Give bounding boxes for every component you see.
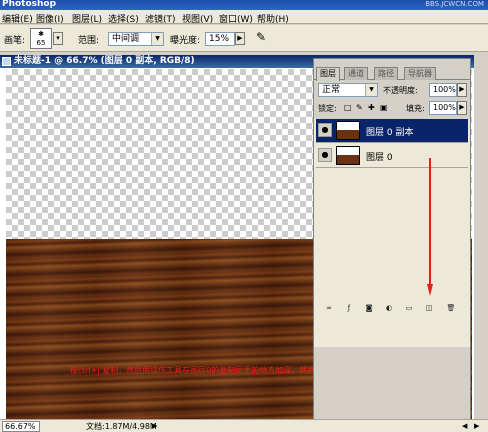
scroll-right-arrow[interactable]: ▶ [474, 422, 479, 430]
opacity-input[interactable]: 100% [429, 83, 457, 97]
menu-window[interactable]: 窗口(W) [219, 12, 253, 25]
fill-input[interactable]: 100% [429, 101, 457, 115]
fill-value: 100% [433, 103, 456, 112]
layer-name: 图层 0 副本 [366, 128, 414, 138]
tab-layers[interactable]: 图层 [316, 67, 340, 81]
panel-tabs: 图层 通道 路径 导航器 [314, 67, 470, 81]
zoom-field[interactable]: 66.67% [2, 421, 40, 432]
document-icon [2, 57, 11, 66]
lock-all-icon[interactable]: ▣ [380, 103, 388, 112]
range-value: 中间调 [112, 34, 140, 44]
lock-transparency-icon[interactable]: □ [344, 103, 352, 112]
layer-name: 图层 0 [366, 153, 393, 163]
layer-mask-icon[interactable]: ◙ [364, 303, 374, 313]
status-bar: 66.67% 文档:1.87M/4.98M ▶ ◀ ▶ [0, 419, 488, 432]
link-layers-icon[interactable]: ∞ [324, 303, 334, 313]
new-layer-icon[interactable]: ◫ [424, 303, 434, 313]
fill-slider-button[interactable]: ▶ [457, 101, 467, 115]
adjustment-layer-icon[interactable]: ◐ [384, 303, 394, 313]
scroll-left-arrow[interactable]: ◀ [462, 422, 467, 430]
document-title: 未标题-1 @ 66.7% (图层 0 副本, RGB/8) [14, 56, 195, 66]
airbrush-icon[interactable]: ✎ [256, 30, 266, 44]
opacity-slider-button[interactable]: ▶ [457, 83, 467, 97]
menu-view[interactable]: 视图(V) [182, 12, 213, 25]
layer-row[interactable]: ● 图层 0 副本 [316, 119, 468, 143]
watermark: BBS.JCWCN.COM [425, 0, 484, 8]
chevron-down-icon: ▼ [151, 33, 163, 45]
brush-tip-icon: ✱ [38, 30, 44, 38]
blend-row: 正常 ▼ 不透明度: 100% ▶ [314, 82, 470, 98]
menu-image[interactable]: 图像(I) [36, 12, 64, 25]
range-label: 范围: [78, 36, 100, 46]
brush-dropdown-button[interactable]: ▾ [53, 32, 63, 45]
tab-navigator[interactable]: 导航器 [404, 67, 436, 80]
layers-panel: 图层 通道 路径 导航器 正常 ▼ 不透明度: 100% ▶ 锁定: □ ✎ ✚… [313, 58, 471, 422]
document-info: 文档:1.87M/4.98M [86, 422, 157, 431]
lock-position-icon[interactable]: ✚ [368, 103, 375, 112]
exposure-value: 15% [209, 34, 230, 44]
status-menu-arrow[interactable]: ▶ [152, 422, 157, 430]
brush-label: 画笔: [4, 36, 26, 46]
exposure-label: 曝光度: [170, 36, 201, 46]
opacity-value: 100% [433, 85, 456, 94]
lock-paint-icon[interactable]: ✎ [356, 103, 363, 112]
new-group-icon[interactable]: ▭ [404, 303, 414, 313]
opacity-label: 不透明度: [383, 86, 418, 95]
layer-row[interactable]: ● 图层 0 [316, 144, 468, 168]
layer-thumbnail [336, 146, 360, 165]
exposure-slider-button[interactable]: ▶ [235, 32, 245, 45]
app-title: Photoshop [2, 0, 57, 9]
blend-mode-select[interactable]: 正常 ▼ [318, 83, 378, 97]
layer-style-icon[interactable]: ƒ [344, 303, 354, 313]
app-titlebar: Photoshop BBS.JCWCN.COM [0, 0, 488, 10]
brush-preset-picker[interactable]: ✱ 65 [30, 28, 52, 49]
layer-thumbnail [336, 121, 360, 140]
options-bar: 画笔: ✱ 65 ▾ 范围: 中间调 ▼ 曝光度: 15% ▶ ✎ [0, 25, 488, 52]
menu-help[interactable]: 帮助(H) [257, 12, 289, 25]
blend-mode-value: 正常 [322, 85, 341, 95]
layers-bottom-bar: ∞ ƒ ◙ ◐ ▭ ◫ 🗑 [314, 301, 470, 316]
fill-label: 填充: [406, 104, 425, 113]
red-arrow-pointer [427, 158, 433, 296]
menu-edit[interactable]: 编辑(E) [2, 12, 33, 25]
menu-select[interactable]: 选择(S) [108, 12, 139, 25]
menu-filter[interactable]: 滤镜(T) [145, 12, 176, 25]
lock-label: 锁定: [318, 104, 337, 113]
brush-size: 65 [36, 39, 46, 47]
range-select[interactable]: 中间调 ▼ [108, 32, 164, 46]
menu-bar: 编辑(E) 图像(I) 图层(L) 选择(S) 滤镜(T) 视图(V) 窗口(W… [0, 10, 488, 25]
zoom-value: 66.67% [5, 422, 36, 431]
eye-icon[interactable]: ● [318, 123, 332, 137]
tab-channels[interactable]: 通道 [344, 67, 368, 80]
exposure-input[interactable]: 15% [205, 32, 235, 46]
eye-icon[interactable]: ● [318, 148, 332, 162]
menu-layer[interactable]: 图层(L) [72, 12, 102, 25]
chevron-down-icon: ▼ [365, 84, 377, 96]
lock-row: 锁定: □ ✎ ✚ ▣ 填充: 100% ▶ [314, 100, 470, 116]
trash-icon[interactable]: 🗑 [446, 303, 456, 313]
tab-paths[interactable]: 路径 [374, 67, 398, 80]
